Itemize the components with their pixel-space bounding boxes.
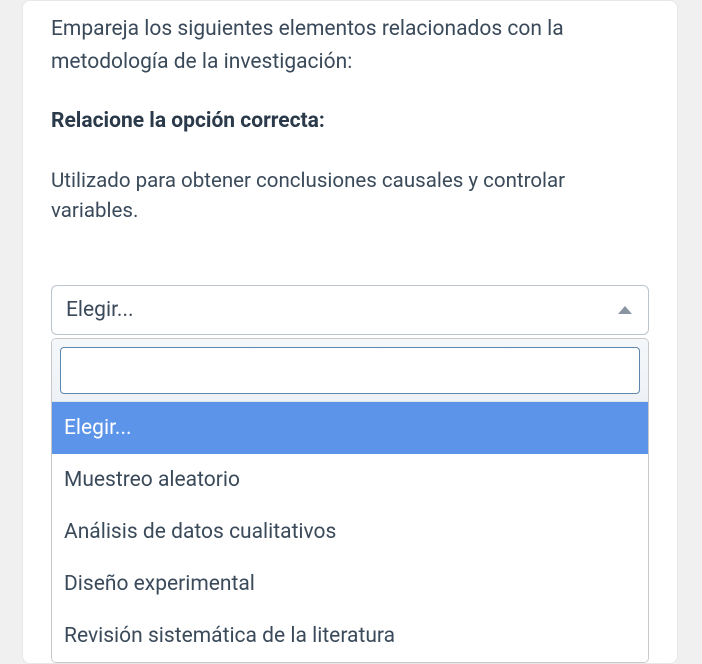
question-card: Empareja los siguientes elementos relaci… <box>22 0 678 664</box>
search-wrapper <box>52 339 648 402</box>
select-display-text: Elegir... <box>66 298 134 322</box>
options-list: Elegir... Muestreo aleatorio Análisis de… <box>52 402 648 662</box>
option-analisis-datos[interactable]: Análisis de datos cualitativos <box>52 506 648 558</box>
question-prompt-text: Relacione la opción correcta: <box>51 106 649 138</box>
chevron-up-icon <box>618 306 632 314</box>
option-diseno-experimental[interactable]: Diseño experimental <box>52 558 648 610</box>
question-intro-text: Empareja los siguientes elementos relaci… <box>51 13 649 78</box>
question-description-text: Utilizado para obtener conclusiones caus… <box>51 166 649 228</box>
option-muestreo-aleatorio[interactable]: Muestreo aleatorio <box>52 454 648 506</box>
select-display[interactable]: Elegir... <box>51 285 649 335</box>
select-wrapper: Elegir... Elegir... Muestreo aleatorio A… <box>51 285 649 663</box>
option-revision-sistematica[interactable]: Revisión sistemática de la literatura <box>52 610 648 662</box>
option-placeholder[interactable]: Elegir... <box>52 402 648 454</box>
dropdown-panel: Elegir... Muestreo aleatorio Análisis de… <box>51 338 649 663</box>
search-input[interactable] <box>60 347 640 394</box>
